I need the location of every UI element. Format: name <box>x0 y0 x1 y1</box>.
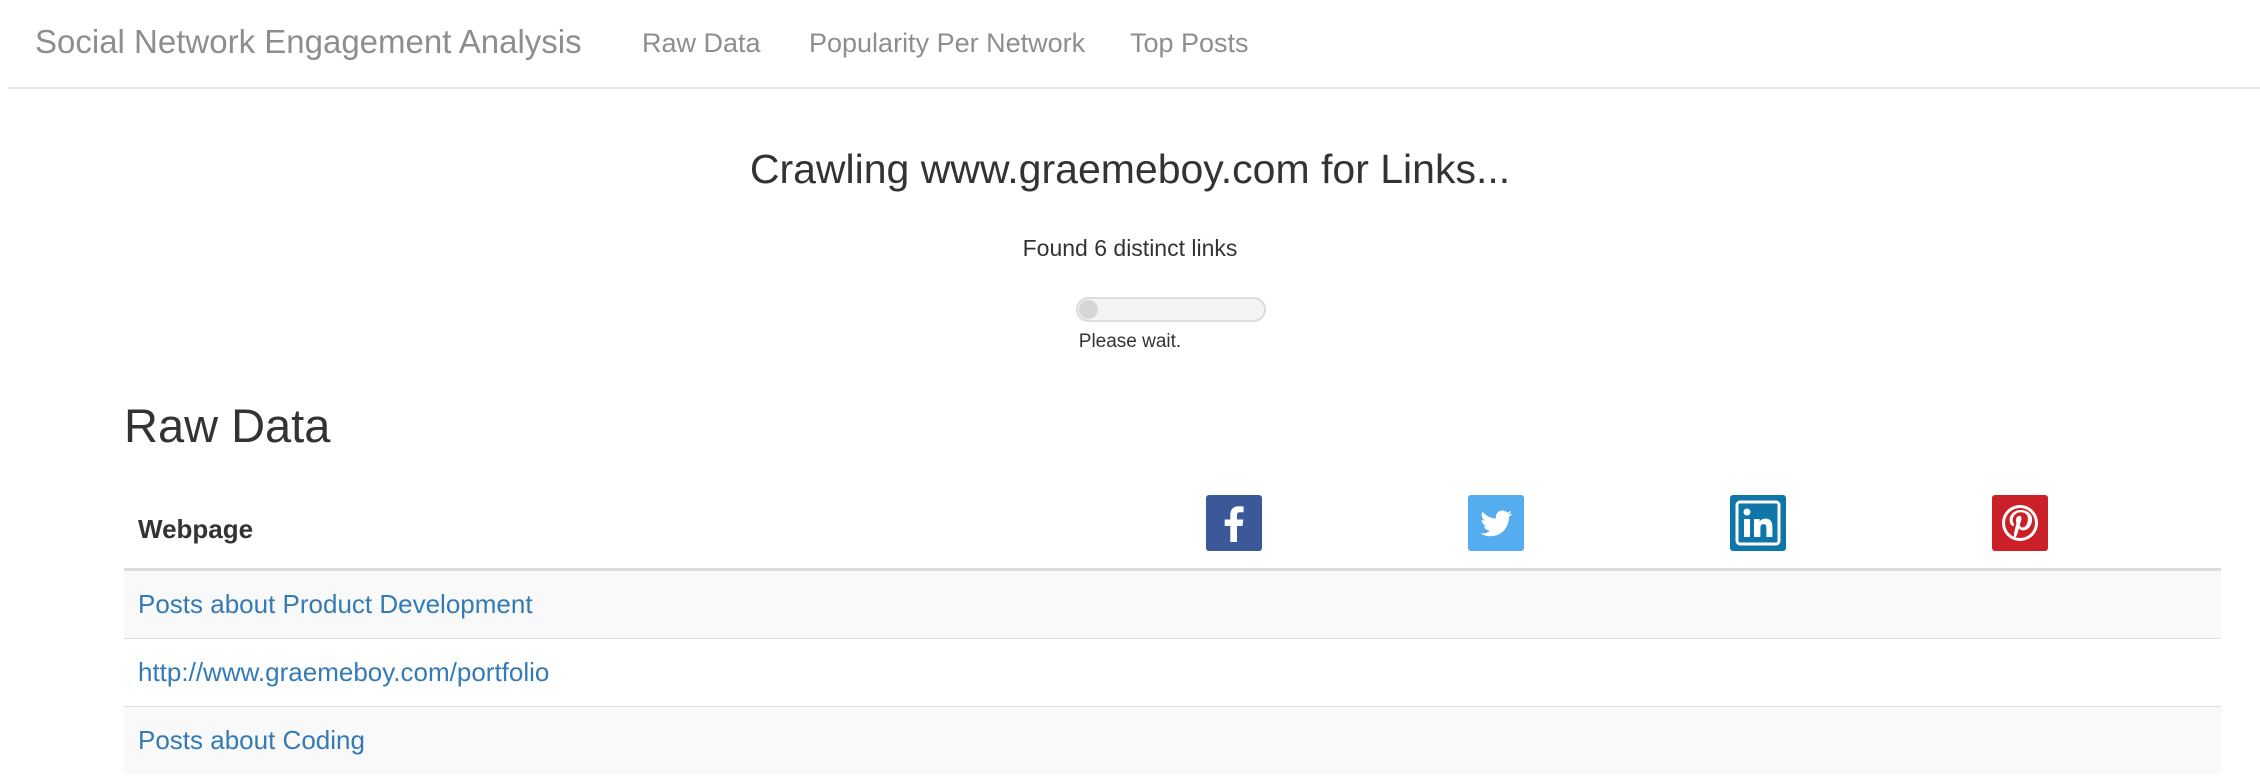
table-row: Posts about Product Development <box>124 569 2221 639</box>
brand-link[interactable]: Social Network Engagement Analysis <box>35 23 582 61</box>
progress-bar <box>1076 297 1266 322</box>
linkedin-column-header <box>1730 478 1992 571</box>
pinterest-icon <box>1992 495 2048 551</box>
pinterest-column-header <box>1992 478 2221 571</box>
twitter-column-header <box>1468 478 1730 571</box>
facebook-column-header <box>1206 478 1468 571</box>
webpage-column-header: Webpage <box>124 478 1206 571</box>
navbar: Social Network Engagement Analysis Raw D… <box>8 0 2260 89</box>
nav-top-posts[interactable]: Top Posts <box>1130 28 1249 59</box>
progress-handle <box>1079 300 1098 319</box>
facebook-icon <box>1206 495 1262 551</box>
crawl-status-title: Crawling www.graemeboy.com for Links... <box>749 146 1511 192</box>
twitter-icon <box>1468 495 1524 551</box>
wait-message: Please wait. <box>1078 331 1182 352</box>
raw-data-table: Webpage Posts about Product Development … <box>124 478 2221 774</box>
nav-popularity-per-network[interactable]: Popularity Per Network <box>809 28 1085 59</box>
webpage-link[interactable]: http://www.graemeboy.com/portfolio <box>138 657 549 687</box>
nav-raw-data[interactable]: Raw Data <box>642 28 761 59</box>
webpage-link[interactable]: Posts about Coding <box>138 725 365 755</box>
table-row: http://www.graemeboy.com/portfolio <box>124 638 2221 707</box>
table-row: Posts about Coding <box>124 706 2221 774</box>
webpage-link[interactable]: Posts about Product Development <box>138 589 533 619</box>
table-header-row: Webpage <box>124 478 2221 571</box>
linkedin-icon <box>1730 495 1786 551</box>
found-links-count: Found 6 distinct links <box>1022 235 1238 261</box>
raw-data-title: Raw Data <box>124 399 331 452</box>
